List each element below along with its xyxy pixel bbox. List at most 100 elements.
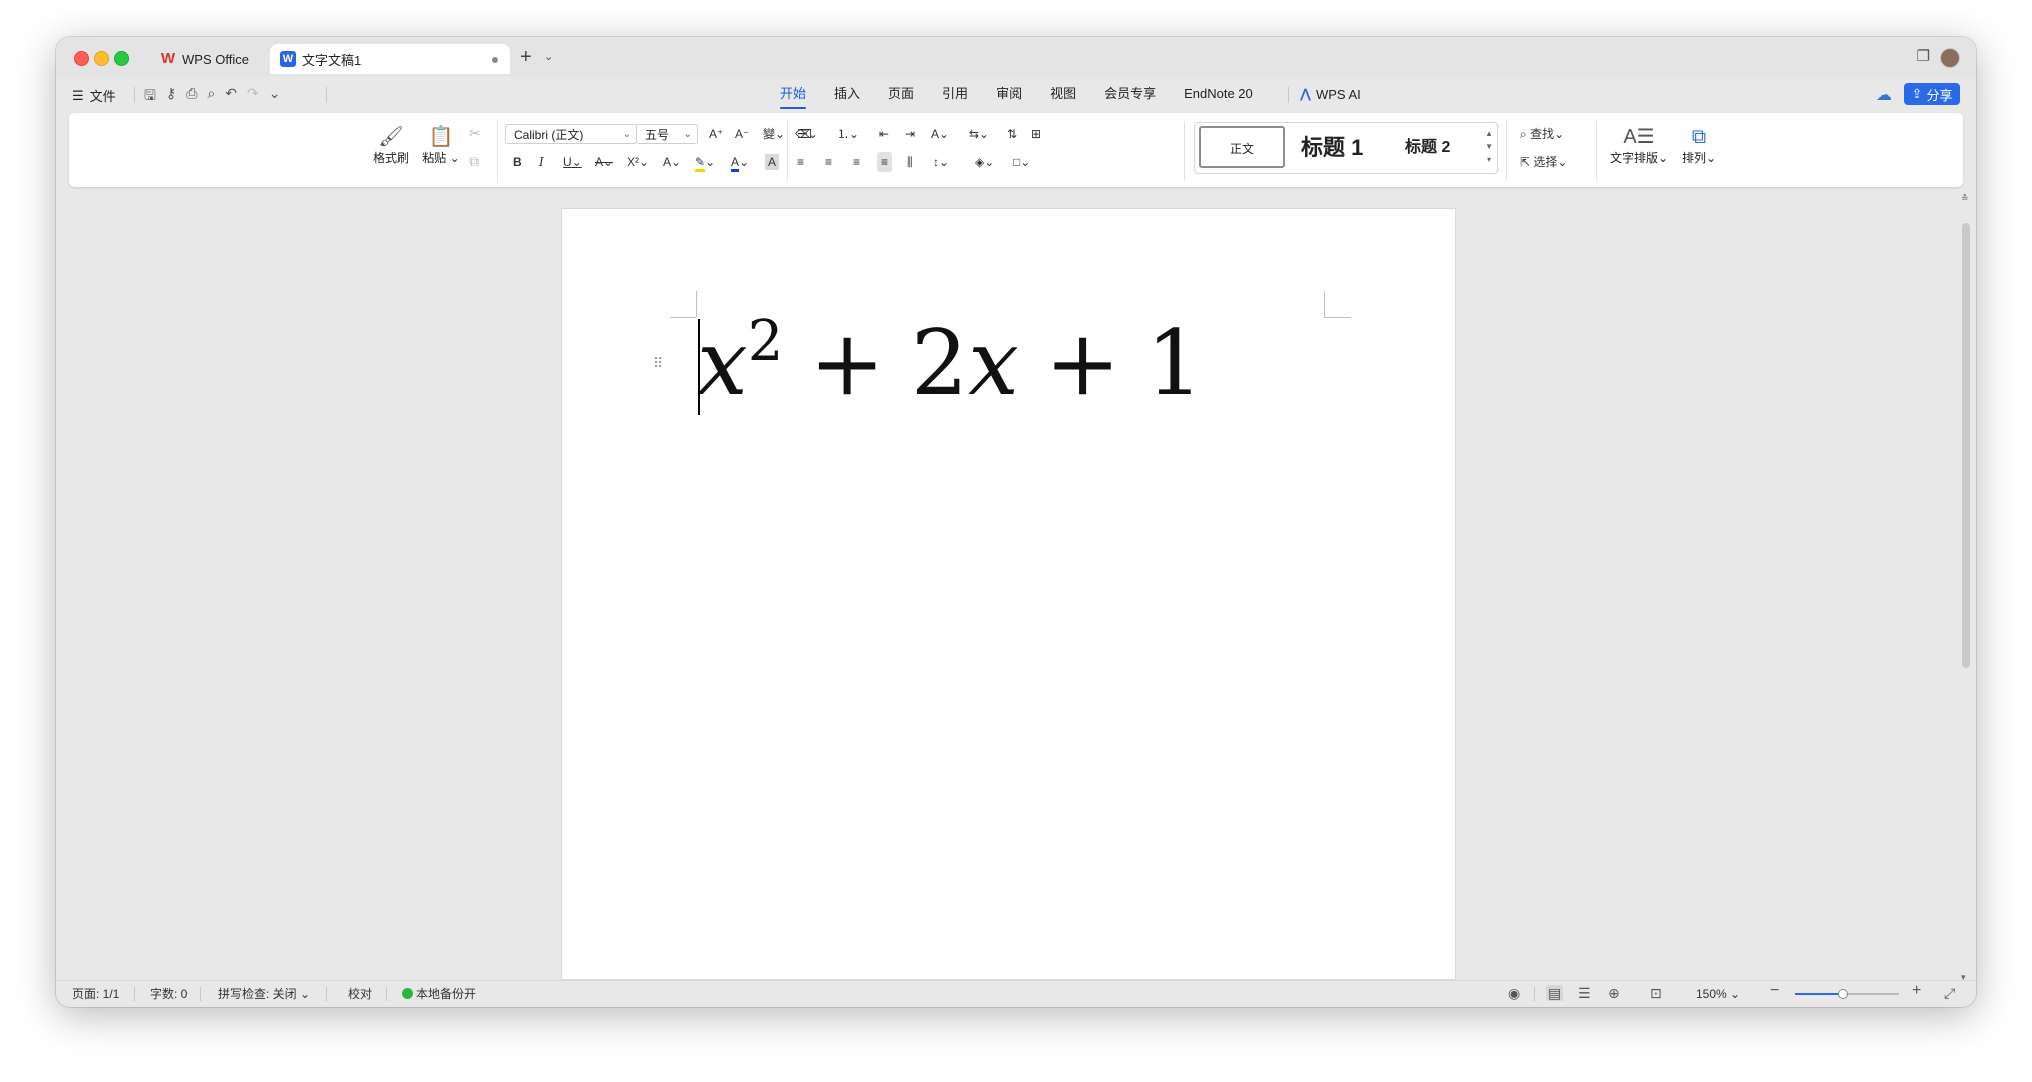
print-icon[interactable]: ⎙ bbox=[186, 85, 197, 109]
wps-ai-button[interactable]: ⋀ WPS AI bbox=[1300, 86, 1361, 102]
tab-view[interactable]: 视图 bbox=[1036, 77, 1090, 111]
hamburger-icon: ☰ bbox=[72, 87, 84, 103]
bold-icon[interactable]: B bbox=[513, 154, 522, 170]
font-size-select[interactable]: 五号 ⌄ bbox=[636, 124, 698, 144]
align-center-icon[interactable]: ≡ bbox=[825, 154, 832, 170]
decrease-font-icon[interactable]: A⁻ bbox=[735, 126, 749, 142]
chevron-down-icon[interactable]: ⌄ bbox=[269, 85, 281, 109]
cut-icon[interactable]: ✂ bbox=[469, 125, 481, 141]
page-count[interactable]: 页面: 1/1 bbox=[72, 986, 119, 1002]
undo-icon[interactable]: ↶ bbox=[225, 85, 237, 109]
text-direction-icon[interactable]: A⌄ bbox=[931, 126, 949, 142]
tab-member[interactable]: 会员专享 bbox=[1090, 77, 1170, 111]
copy-icon[interactable]: ⧉ bbox=[469, 153, 479, 169]
avatar[interactable] bbox=[1940, 48, 1960, 68]
redo-icon[interactable]: ↷ bbox=[247, 85, 259, 109]
zoom-slider-knob[interactable] bbox=[1837, 989, 1848, 999]
share-button[interactable]: ⇪ 分享 bbox=[1904, 83, 1960, 105]
styles-scroll-icon[interactable]: ▲ ▼ ▾ bbox=[1485, 127, 1493, 166]
tab-review[interactable]: 审阅 bbox=[982, 77, 1036, 111]
find-button[interactable]: ⌕ 查找⌄ bbox=[1520, 126, 1564, 142]
eye-icon[interactable]: ◉ bbox=[1508, 985, 1520, 1001]
sort-az-icon[interactable]: ⇅ bbox=[1007, 126, 1017, 142]
tab-page[interactable]: 页面 bbox=[874, 77, 928, 111]
new-tab-icon[interactable]: + bbox=[520, 45, 532, 69]
spellcheck-toggle[interactable]: 拼写检查: 关闭 ⌄ bbox=[218, 986, 310, 1002]
web-view-icon[interactable]: ⊕ bbox=[1608, 985, 1620, 1001]
save-icon[interactable]: 🖫 bbox=[144, 85, 156, 109]
underline-icon[interactable]: U⌄ bbox=[563, 154, 582, 170]
border-icon[interactable]: □⌄ bbox=[1013, 154, 1030, 170]
show-marks-icon[interactable]: ⊞ bbox=[1031, 126, 1041, 142]
select-button[interactable]: ⇱ 选择⌄ bbox=[1520, 154, 1567, 170]
distributed-icon[interactable]: ⫼ bbox=[907, 154, 913, 170]
scroll-up-icon[interactable]: ≛ bbox=[1961, 193, 1969, 203]
chevron-down-icon[interactable]: ⌄ bbox=[544, 47, 553, 67]
bullet-list-icon[interactable]: ☰⌄ bbox=[797, 126, 818, 142]
numbered-list-icon[interactable]: ⒈⌄ bbox=[837, 126, 859, 142]
wps-ai-icon: ⋀ bbox=[1300, 86, 1311, 101]
cursor-icon: ⇱ bbox=[1520, 155, 1531, 169]
scrollbar-thumb[interactable] bbox=[1962, 223, 1970, 668]
sort-icon[interactable]: ⇆⌄ bbox=[969, 126, 989, 142]
key-icon[interactable]: ⚷ bbox=[166, 85, 176, 109]
equation[interactable]: x2 +2x +1 bbox=[697, 304, 1204, 424]
format-painter-button[interactable]: 🖌 格式刷 bbox=[369, 125, 413, 166]
style-normal[interactable]: 正文 bbox=[1199, 126, 1285, 168]
fullscreen-icon[interactable]: ⤢ bbox=[1944, 985, 1955, 1001]
line-spacing-icon[interactable]: ↕⌄ bbox=[933, 154, 949, 170]
cloud-upload-icon[interactable]: ☁ bbox=[1876, 85, 1892, 105]
phonetic-guide-icon[interactable]: 變⌄ bbox=[763, 126, 785, 142]
vertical-scrollbar[interactable]: ≛ ▾ bbox=[1959, 193, 1973, 983]
drag-handle-icon[interactable]: ⠿ bbox=[653, 355, 663, 372]
increase-font-icon[interactable]: A⁺ bbox=[709, 126, 723, 142]
tab-references[interactable]: 引用 bbox=[928, 77, 982, 111]
justify-icon[interactable]: ≡ bbox=[877, 152, 893, 172]
shading-icon[interactable]: ◈⌄ bbox=[975, 154, 994, 170]
document-canvas[interactable]: ⠿ x2 +2x +1 bbox=[56, 197, 1964, 979]
divider bbox=[134, 87, 135, 103]
text-layout-button[interactable]: A☰ 文字排版⌄ bbox=[1607, 125, 1671, 166]
align-right-icon[interactable]: ≡ bbox=[853, 154, 860, 170]
zoom-level[interactable]: 150% ⌄ bbox=[1696, 986, 1740, 1002]
fit-page-icon[interactable]: ⊡ bbox=[1650, 985, 1662, 1001]
tab-insert[interactable]: 插入 bbox=[820, 77, 874, 111]
zoom-slider[interactable] bbox=[1795, 989, 1899, 999]
italic-icon[interactable]: I bbox=[539, 154, 544, 170]
superscript-icon[interactable]: X²⌄ bbox=[627, 154, 649, 170]
font-name-select[interactable]: Calibri (正文) ⌄ bbox=[505, 124, 637, 144]
word-count[interactable]: 字数: 0 bbox=[150, 986, 187, 1002]
divider bbox=[326, 87, 327, 103]
outline-view-icon[interactable]: ☰ bbox=[1578, 985, 1591, 1001]
zoom-out-icon[interactable]: − bbox=[1770, 983, 1779, 999]
close-window-button[interactable] bbox=[74, 51, 89, 66]
style-heading-2[interactable]: 标题 2 bbox=[1405, 123, 1450, 173]
highlight-icon[interactable]: ✎⌄ bbox=[695, 154, 715, 172]
local-backup-status[interactable]: 本地备份开 bbox=[402, 986, 476, 1002]
print-preview-icon[interactable]: ⌕ bbox=[207, 85, 215, 109]
page-view-icon[interactable]: ▤ bbox=[1546, 985, 1564, 1001]
text-effect-icon[interactable]: A⌄ bbox=[663, 154, 681, 170]
chevron-down-icon: ⌄ bbox=[446, 151, 460, 165]
document-page[interactable]: ⠿ x2 +2x +1 bbox=[562, 209, 1455, 979]
tab-home[interactable]: 开始 bbox=[766, 77, 820, 111]
tab-document[interactable]: W 文字文稿1 bbox=[270, 44, 510, 74]
window-layout-icon[interactable]: ❐ bbox=[1917, 47, 1930, 65]
unsaved-dot-icon[interactable] bbox=[492, 57, 498, 63]
decrease-indent-icon[interactable]: ⇤ bbox=[879, 126, 889, 142]
strikethrough-icon[interactable]: A⌄ bbox=[595, 154, 613, 170]
minimize-window-button[interactable] bbox=[94, 51, 109, 66]
maximize-window-button[interactable] bbox=[114, 51, 129, 66]
style-heading-1[interactable]: 标题 1 bbox=[1301, 123, 1363, 173]
proofread-button[interactable]: 校对 bbox=[348, 986, 372, 1002]
increase-indent-icon[interactable]: ⇥ bbox=[905, 126, 915, 142]
align-left-icon[interactable]: ≡ bbox=[797, 154, 804, 170]
file-menu-button[interactable]: ☰ 文件 bbox=[72, 86, 116, 105]
tab-wps-office[interactable]: W WPS Office bbox=[150, 44, 262, 74]
character-shading-icon[interactable]: A bbox=[765, 154, 780, 170]
font-color-icon[interactable]: A⌄ bbox=[731, 154, 749, 172]
tab-endnote[interactable]: EndNote 20 bbox=[1170, 77, 1267, 111]
paste-button[interactable]: 📋 粘贴 ⌄ bbox=[421, 125, 461, 166]
arrange-button[interactable]: ⧉ 排列⌄ bbox=[1679, 125, 1719, 166]
zoom-in-icon[interactable]: + bbox=[1912, 983, 1921, 999]
